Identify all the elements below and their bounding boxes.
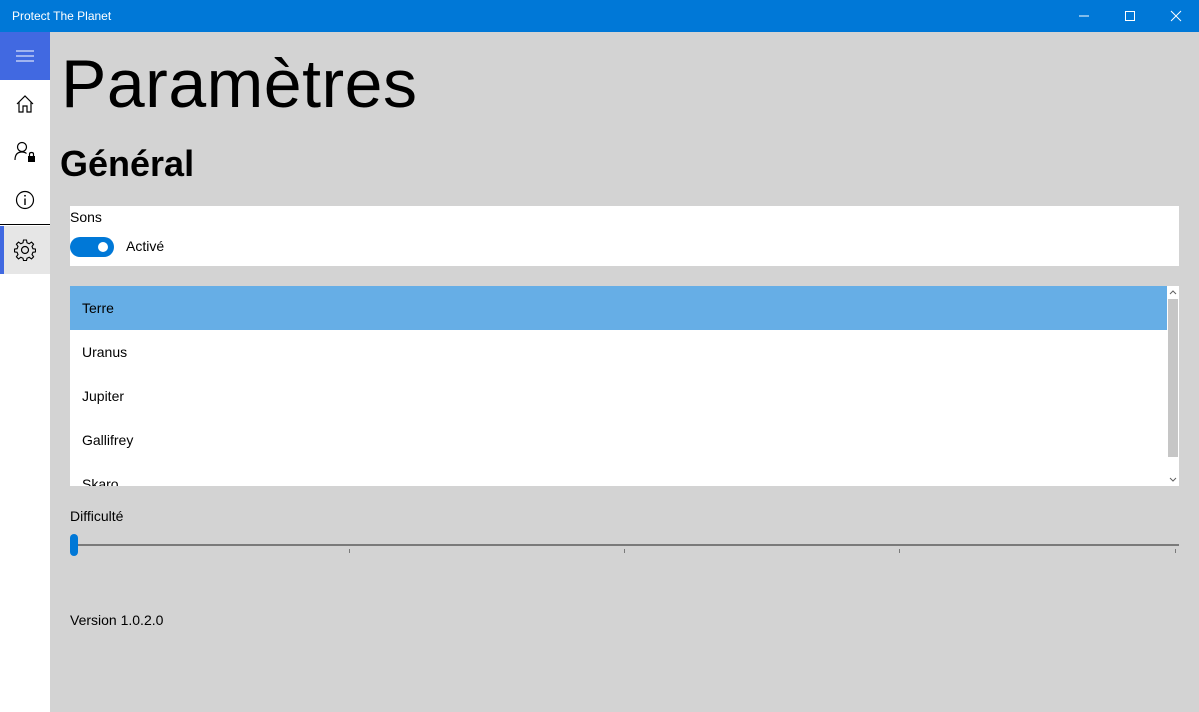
scroll-down-button[interactable]: [1167, 474, 1179, 486]
hamburger-button[interactable]: [0, 32, 50, 80]
slider-tick: [899, 549, 900, 553]
nav-item-account[interactable]: [0, 128, 50, 176]
sound-setting-card: Sons Activé: [70, 206, 1179, 266]
nav-item-home[interactable]: [0, 80, 50, 128]
scroll-thumb[interactable]: [1168, 299, 1178, 457]
close-button[interactable]: [1153, 0, 1199, 32]
toggle-state-text: Activé: [126, 238, 165, 254]
info-icon: [15, 190, 35, 210]
window-title: Protect The Planet: [12, 9, 112, 23]
toggle-knob: [98, 242, 108, 252]
nav-item-settings[interactable]: [0, 226, 50, 274]
nav-separator: [0, 224, 50, 225]
page-title: Paramètres: [61, 46, 418, 122]
nav-item-about[interactable]: [0, 176, 50, 224]
scroll-up-button[interactable]: [1167, 286, 1179, 298]
user-lock-icon: [14, 141, 35, 162]
version-text: Version 1.0.2.0: [70, 612, 164, 628]
list-item[interactable]: Jupiter: [70, 374, 1167, 418]
home-icon: [16, 95, 34, 113]
list-item[interactable]: Skaro: [70, 462, 1167, 486]
list-item[interactable]: Terre: [70, 286, 1167, 330]
sound-label: Sons: [70, 209, 102, 225]
slider-tick: [624, 549, 625, 553]
title-bar: Protect The Planet: [0, 0, 1199, 32]
chevron-down-icon: [1169, 477, 1177, 482]
close-icon: [1170, 10, 1182, 22]
difficulty-slider-thumb[interactable]: [70, 534, 78, 556]
difficulty-slider-track[interactable]: [70, 544, 1179, 546]
planet-list[interactable]: Terre Uranus Jupiter Gallifrey Skaro: [70, 286, 1179, 486]
navigation-pane: [0, 32, 50, 712]
sound-toggle-switch[interactable]: [70, 237, 114, 257]
minimize-button[interactable]: [1061, 0, 1107, 32]
list-item[interactable]: Gallifrey: [70, 418, 1167, 462]
slider-tick: [349, 549, 350, 553]
list-scrollbar[interactable]: [1167, 286, 1179, 486]
selection-indicator: [0, 226, 4, 274]
hamburger-icon: [16, 50, 34, 62]
minimize-icon: [1079, 15, 1089, 17]
chevron-up-icon: [1169, 290, 1177, 295]
list-item[interactable]: Uranus: [70, 330, 1167, 374]
section-title: Général: [60, 143, 195, 184]
difficulty-label: Difficulté: [70, 508, 124, 524]
maximize-icon: [1125, 11, 1135, 21]
maximize-button[interactable]: [1107, 0, 1153, 32]
slider-tick: [1175, 549, 1176, 553]
gear-icon: [14, 239, 36, 261]
